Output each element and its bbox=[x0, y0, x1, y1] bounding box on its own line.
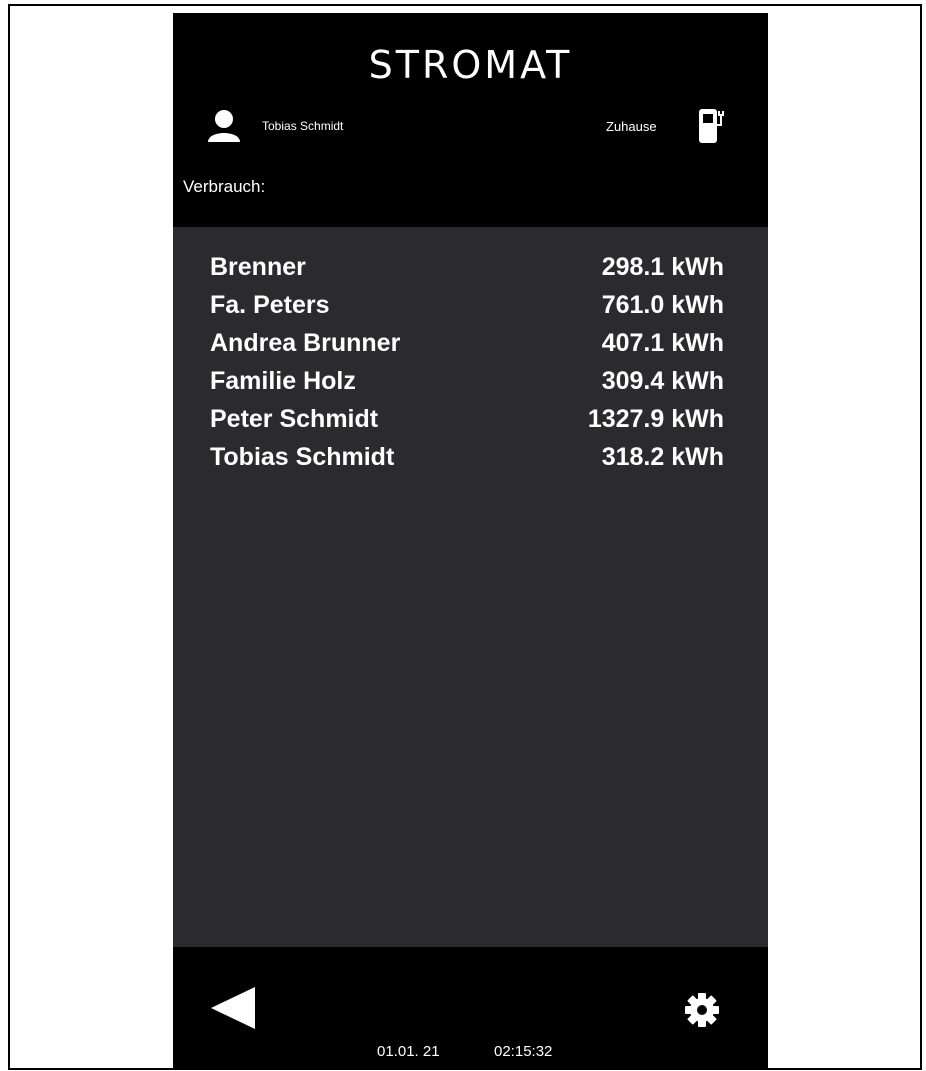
list-item: Andrea Brunner 407.1 kWh bbox=[173, 329, 768, 367]
location-label: Zuhause bbox=[606, 119, 657, 134]
list-item-name: Brenner bbox=[210, 253, 306, 281]
consumption-list: Brenner 298.1 kWh Fa. Peters 761.0 kWh A… bbox=[173, 253, 768, 481]
list-item-name: Fa. Peters bbox=[210, 291, 330, 319]
list-item-value: 1327.9 kWh bbox=[587, 405, 724, 433]
charging-station-icon[interactable] bbox=[697, 103, 727, 145]
list-item: Peter Schmidt 1327.9 kWh bbox=[173, 405, 768, 443]
user-icon bbox=[208, 110, 240, 142]
footer: 01.01. 21 02:15:32 bbox=[173, 947, 768, 1070]
list-item-value: 318.2 kWh bbox=[601, 443, 724, 471]
user-name: Tobias Schmidt bbox=[262, 119, 344, 133]
list-item-value: 298.1 kWh bbox=[601, 253, 724, 281]
list-item-name: Peter Schmidt bbox=[210, 405, 379, 433]
list-item-name: Tobias Schmidt bbox=[210, 443, 395, 471]
section-label-consumption: Verbrauch: bbox=[183, 177, 266, 196]
app-logo: STROMAT bbox=[368, 43, 573, 87]
header: STROMAT Tobias Schmidt Zuhause Verbrauch… bbox=[173, 13, 768, 227]
list-item: Familie Holz 309.4 kWh bbox=[173, 367, 768, 405]
device-screen: STROMAT Tobias Schmidt Zuhause Verbrauch… bbox=[173, 13, 768, 1070]
date-display: 01.01. 21 bbox=[377, 1043, 440, 1060]
list-item: Fa. Peters 761.0 kWh bbox=[173, 291, 768, 329]
list-item-name: Familie Holz bbox=[210, 367, 356, 395]
time-display: 02:15:32 bbox=[494, 1043, 553, 1060]
list-item: Tobias Schmidt 318.2 kWh bbox=[173, 443, 768, 481]
list-item: Brenner 298.1 kWh bbox=[173, 253, 768, 291]
list-item-value: 309.4 kWh bbox=[601, 367, 724, 395]
list-item-value: 407.1 kWh bbox=[601, 329, 724, 357]
back-arrow-icon[interactable] bbox=[211, 987, 255, 1029]
list-item-name: Andrea Brunner bbox=[210, 329, 401, 357]
gear-icon[interactable] bbox=[683, 991, 721, 1029]
list-item-value: 761.0 kWh bbox=[601, 291, 724, 319]
